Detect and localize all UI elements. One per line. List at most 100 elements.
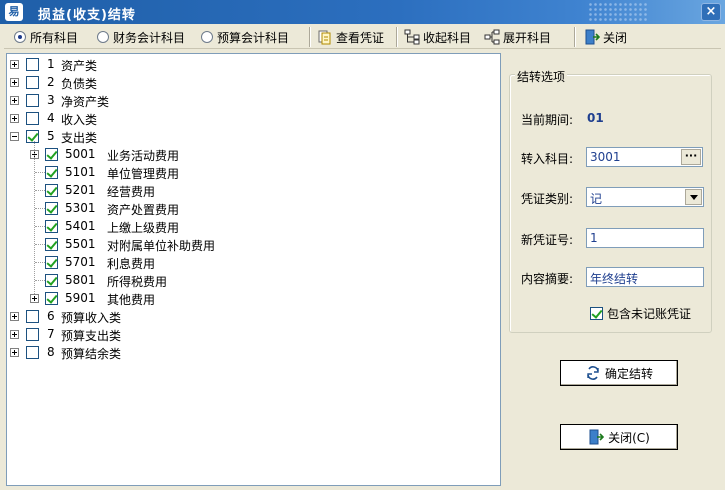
tree-node-name: 单位管理费用 [107,167,180,181]
checkbox-checked-icon[interactable] [45,256,58,269]
account-tree[interactable]: 1 资产类 2 负债类 3 净资产类 4 收入类 5 支出类 5001 业务活动费用 5101 单位管理费… [6,53,501,486]
confirm-transfer-button[interactable]: 确定结转 [560,360,678,386]
tree-node-code: 5501 [65,237,96,251]
tree-node-code: 1 [47,57,55,71]
tree-node[interactable]: 3 净资产类 [7,91,497,109]
toolbar-close-button[interactable]: 关闭 [584,28,627,46]
tree-node-name: 支出类 [61,131,98,145]
voucher-number-input[interactable]: 1 [586,228,704,248]
tree-node-code: 4 [47,111,55,125]
checkbox-checked-icon[interactable] [45,148,58,161]
checkbox-checked-icon[interactable] [45,184,58,197]
voucher-type-label: 凭证类别: [521,192,574,206]
expand-accounts-button[interactable]: 展开科目 [484,28,551,46]
tree-connector [35,208,45,209]
tree-node[interactable]: 7 预算支出类 [7,325,497,343]
tree-node[interactable]: 5901 其他费用 [7,289,497,307]
expand-node-icon[interactable] [30,294,39,303]
checkbox-unchecked-icon[interactable] [26,58,39,71]
checkbox-unchecked-icon[interactable] [26,76,39,89]
expand-accounts-label: 展开科目 [503,30,552,45]
tree-node-name: 预算结余类 [61,347,122,361]
tree-node[interactable]: 5701 利息费用 [7,253,497,271]
expand-node-icon[interactable] [10,312,19,321]
radio-budget-label: 预算会计科目 [217,30,290,45]
close-label: 关闭(C) [608,430,650,445]
summary-input[interactable]: 年终结转 [586,267,704,287]
collapse-accounts-button[interactable]: 收起科目 [404,28,471,46]
tree-node-name: 利息费用 [107,257,156,271]
tree-node-code: 6 [47,309,55,323]
checkbox-checked-icon[interactable] [45,202,58,215]
account-input[interactable]: 3001 ··· [586,147,703,167]
checkbox-checked-icon[interactable] [45,238,58,251]
checkbox-checked-icon[interactable] [26,130,39,143]
expand-node-icon[interactable] [10,60,19,69]
checkbox-unchecked-icon[interactable] [26,94,39,107]
window-close-button[interactable]: × [701,3,721,21]
checkbox-unchecked-icon[interactable] [26,328,39,341]
tree-node-code: 2 [47,75,55,89]
voucher-number-value: 1 [590,231,598,245]
tree-node-name: 净资产类 [61,95,110,109]
checkbox-checked-icon[interactable] [45,292,58,305]
radio-finance-accounts[interactable]: 财务会计科目 [97,29,185,45]
account-label: 转入科目: [521,152,574,166]
tree-node[interactable]: 5401 上缴上级费用 [7,217,497,235]
expand-tree-icon [484,29,500,45]
tree-node[interactable]: 5501 对附属单位补助费用 [7,235,497,253]
tree-node[interactable]: 5101 单位管理费用 [7,163,497,181]
include-unposted-checkbox[interactable]: 包含未记账凭证 [590,305,691,322]
checkbox-unchecked-icon[interactable] [26,346,39,359]
tree-node-name: 收入类 [61,113,98,127]
tree-node-name: 预算支出类 [61,329,122,343]
voucher-number-label: 新凭证号: [521,233,574,247]
checkbox-checked-icon[interactable] [45,274,58,287]
tree-node[interactable]: 5801 所得税费用 [7,271,497,289]
tree-node-name: 上缴上级费用 [107,221,180,235]
include-unposted-label: 包含未记账凭证 [607,307,692,321]
tree-node-name: 负债类 [61,77,98,91]
tree-node[interactable]: 5201 经营费用 [7,181,497,199]
tree-node[interactable]: 8 预算结余类 [7,343,497,361]
summary-label: 内容摘要: [521,272,574,286]
checkbox-unchecked-icon[interactable] [26,112,39,125]
expand-node-icon[interactable] [10,114,19,123]
checkbox-checked-icon [590,307,603,320]
toolbar: 所有科目 财务会计科目 预算会计科目 查看凭证 收起科目 展开科目 关闭 [4,25,721,49]
tree-node[interactable]: 4 收入类 [7,109,497,127]
summary-value: 年终结转 [590,272,639,286]
tree-node[interactable]: 6 预算收入类 [7,307,497,325]
tree-node[interactable]: 1 资产类 [7,55,497,73]
tree-node-name: 其他费用 [107,293,156,307]
expand-node-icon[interactable] [10,330,19,339]
radio-all-accounts[interactable]: 所有科目 [14,29,78,45]
tree-node-name: 经营费用 [107,185,156,199]
expand-node-icon[interactable] [10,96,19,105]
exit-door-icon [585,29,600,45]
exit-door-icon [589,429,605,445]
account-browse-button[interactable]: ··· [681,149,701,165]
checkbox-checked-icon[interactable] [45,166,58,179]
tree-guide-line [34,141,35,294]
voucher-type-select[interactable]: 记 [586,187,704,207]
close-button[interactable]: 关闭(C) [560,424,678,450]
expand-node-icon[interactable] [10,78,19,87]
app-icon: 易 [5,3,23,21]
collapse-node-icon[interactable] [10,132,19,141]
checkbox-unchecked-icon[interactable] [26,310,39,323]
view-voucher-button[interactable]: 查看凭证 [317,28,384,46]
expand-node-icon[interactable] [10,348,19,357]
confirm-transfer-label: 确定结转 [604,366,653,381]
tree-connector [35,190,45,191]
tree-node-code: 8 [47,345,55,359]
tree-node[interactable]: 2 负债类 [7,73,497,91]
tree-node[interactable]: 5001 业务活动费用 [7,145,497,163]
tree-node-code: 5801 [65,273,96,287]
tree-node[interactable]: 5 支出类 [7,127,497,145]
tree-node[interactable]: 5301 资产处置费用 [7,199,497,217]
tree-node-code: 5901 [65,291,96,305]
checkbox-checked-icon[interactable] [45,220,58,233]
radio-budget-accounts[interactable]: 预算会计科目 [201,29,289,45]
chevron-down-icon[interactable] [685,189,702,205]
